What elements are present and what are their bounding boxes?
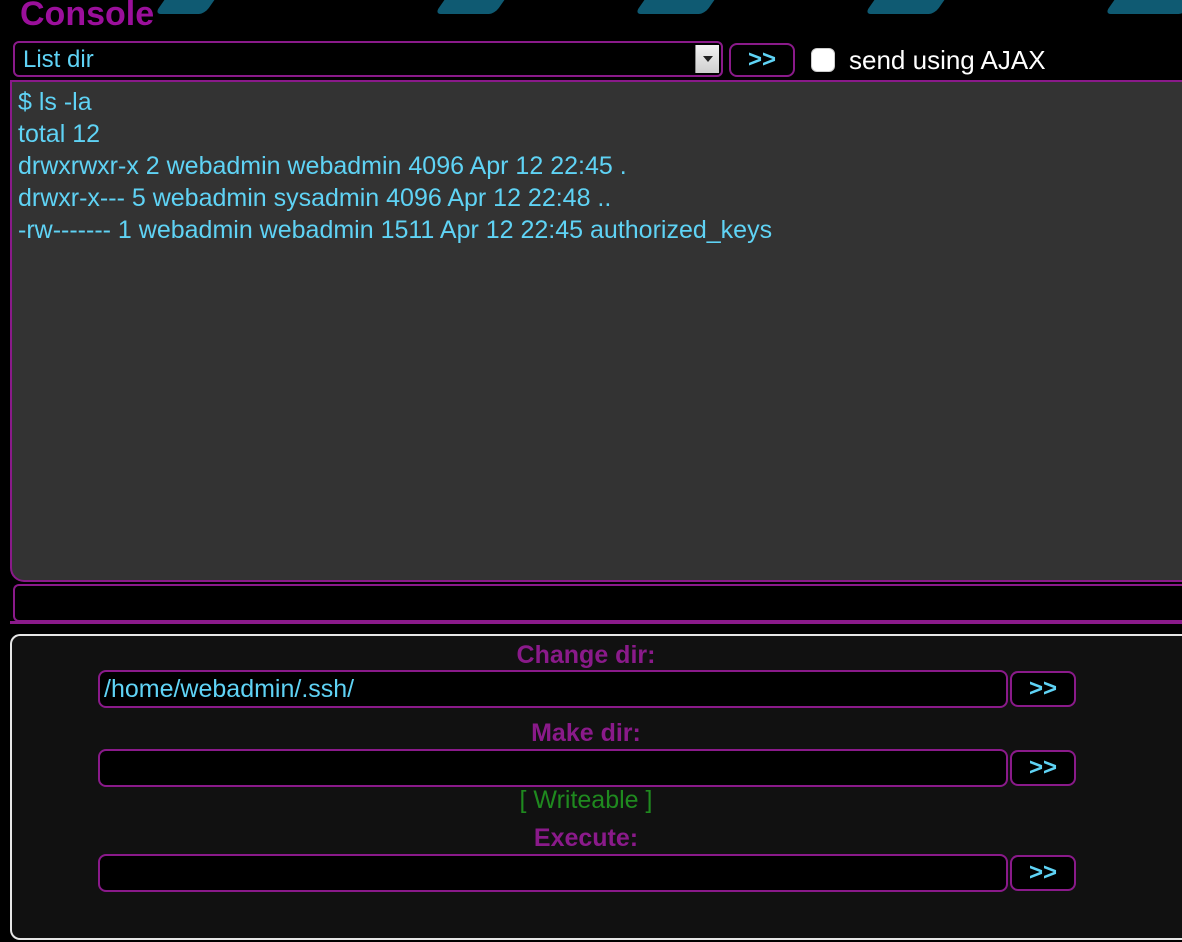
header-decoration bbox=[434, 0, 526, 14]
command-input[interactable] bbox=[13, 584, 1182, 622]
change-dir-label: Change dir: bbox=[516, 641, 656, 669]
change-dir-input[interactable]: /home/webadmin/.ssh/ bbox=[98, 670, 1008, 708]
command-select[interactable]: List dir bbox=[13, 41, 723, 77]
execute-label: Execute: bbox=[533, 824, 639, 852]
console-page: Console List dir >> send using AJAX $ ls… bbox=[0, 0, 1182, 942]
console-output: $ ls -la total 12 drwxrwxr-x 2 webadmin … bbox=[10, 80, 1182, 582]
make-dir-button[interactable]: >> bbox=[1010, 750, 1076, 786]
page-title: Console bbox=[20, 0, 155, 33]
header-decoration bbox=[154, 0, 236, 14]
output-line: -rw------- 1 webadmin webadmin 1511 Apr … bbox=[18, 216, 773, 244]
ajax-checkbox-label: send using AJAX bbox=[849, 45, 1046, 75]
output-line: total 12 bbox=[18, 120, 101, 148]
header-decoration bbox=[1104, 0, 1182, 14]
execute-button[interactable]: >> bbox=[1010, 855, 1076, 891]
chevron-down-icon[interactable] bbox=[695, 45, 719, 73]
output-line: $ ls -la bbox=[18, 88, 92, 116]
run-command-button[interactable]: >> bbox=[729, 43, 795, 77]
header-decoration bbox=[634, 0, 736, 14]
output-line: drwxrwxr-x 2 webadmin webadmin 4096 Apr … bbox=[18, 152, 627, 180]
make-dir-label: Make dir: bbox=[531, 719, 641, 747]
change-dir-button[interactable]: >> bbox=[1010, 671, 1076, 707]
make-dir-input[interactable] bbox=[98, 749, 1008, 787]
execute-input[interactable] bbox=[98, 854, 1008, 892]
header-decoration bbox=[864, 0, 966, 14]
writeable-status: [ Writeable ] bbox=[519, 786, 653, 814]
divider bbox=[10, 621, 1182, 624]
ajax-checkbox[interactable] bbox=[811, 48, 835, 72]
output-line: drwxr-x--- 5 webadmin sysadmin 4096 Apr … bbox=[18, 184, 612, 212]
command-select-value: List dir bbox=[23, 46, 94, 73]
